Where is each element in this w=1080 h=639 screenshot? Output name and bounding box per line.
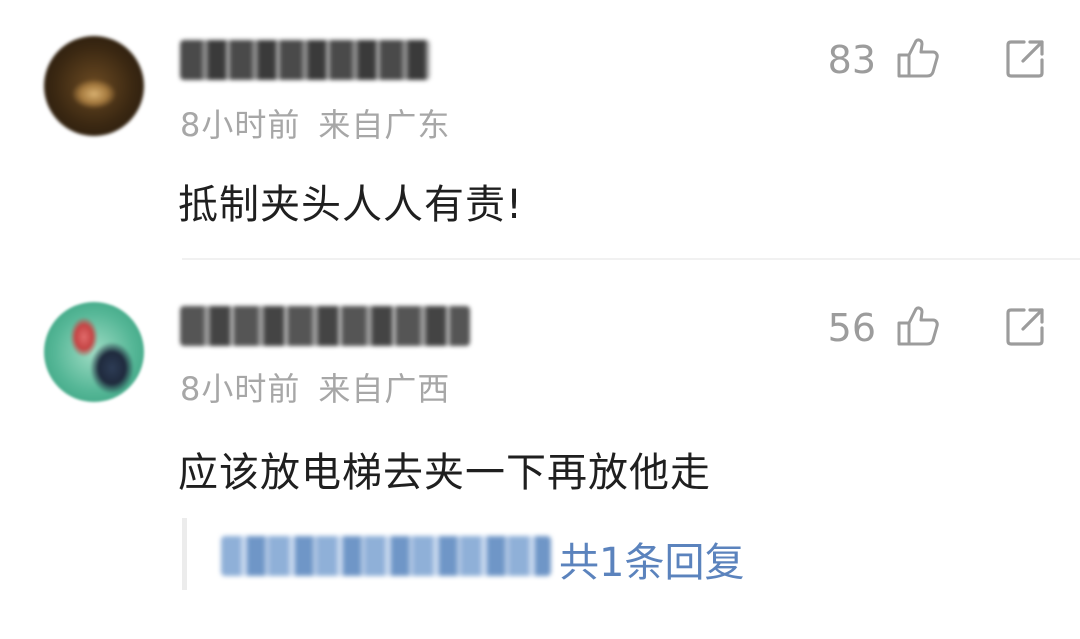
like-count: 56 [827, 306, 876, 350]
share-icon[interactable] [1004, 38, 1046, 80]
comment-item: 8小时前 来自广西 应该放电梯去夹一下再放他走 56 共1条回复 [0, 270, 1080, 639]
share-icon[interactable] [1004, 306, 1046, 348]
comment-text: 抵制夹头人人有责! [178, 182, 524, 228]
username-blurred[interactable] [180, 306, 470, 346]
like-count: 83 [827, 38, 876, 82]
comment-time: 8小时前 [180, 370, 301, 408]
comment-location: 来自广东 [318, 106, 451, 144]
comment-item: 8小时前 来自广东 抵制夹头人人有责! 83 [0, 0, 1080, 262]
divider [182, 258, 1080, 260]
comment-meta: 8小时前 来自广东 [180, 100, 450, 146]
reply-preview[interactable]: 共1条回复 [182, 518, 787, 590]
thumbs-up-icon[interactable] [896, 36, 940, 80]
avatar[interactable] [44, 302, 144, 402]
comment-time: 8小时前 [180, 106, 301, 144]
thumbs-up-icon[interactable] [896, 304, 940, 348]
reply-count-link[interactable]: 共1条回复 [559, 530, 744, 588]
username-blurred[interactable] [180, 40, 430, 80]
comment-text: 应该放电梯去夹一下再放他走 [178, 450, 711, 496]
avatar[interactable] [44, 36, 144, 136]
comment-meta: 8小时前 来自广西 [180, 364, 450, 410]
reply-username-blurred[interactable] [221, 536, 551, 576]
comment-location: 来自广西 [318, 370, 451, 408]
